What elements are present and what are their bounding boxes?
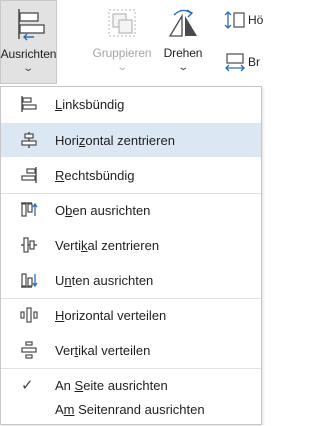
height-label: Hö bbox=[248, 13, 264, 27]
menu-item-align-middle[interactable]: Vertikal zentrieren bbox=[1, 228, 261, 262]
distribute-vertical-icon bbox=[20, 341, 38, 359]
menu-item-distribute-horizontal[interactable]: Horizontal verteilen bbox=[1, 298, 261, 332]
align-center-icon bbox=[20, 131, 38, 149]
chevron-down-icon: ⌄ bbox=[116, 62, 128, 73]
rotate-button[interactable]: Drehen ⌄ bbox=[158, 0, 208, 84]
menu-item-label: Am Seitenrand ausrichten bbox=[55, 401, 205, 417]
align-button[interactable]: Ausrichten ⌄ bbox=[0, 0, 57, 84]
rotate-icon bbox=[168, 9, 197, 37]
menu-item-distribute-vertical[interactable]: Vertikal verteilen bbox=[1, 333, 261, 367]
menu-item-label: Horizontal verteilen bbox=[55, 307, 167, 323]
chevron-down-icon: ⌄ bbox=[22, 63, 35, 74]
group-icon bbox=[108, 9, 136, 37]
menu-item-label: Unten ausrichten bbox=[55, 272, 154, 288]
menu-item-align-left[interactable]: Linksbündig bbox=[1, 87, 261, 121]
width-label: Br bbox=[248, 55, 260, 69]
chevron-down-icon: ⌄ bbox=[177, 62, 189, 73]
menu-item-align-right[interactable]: Rechtsbündig bbox=[1, 158, 261, 192]
align-right-icon bbox=[20, 166, 38, 184]
align-middle-icon bbox=[20, 236, 38, 254]
menu-item-align-top[interactable]: Oben ausrichten bbox=[1, 193, 261, 227]
height-field[interactable]: Hö bbox=[224, 9, 263, 31]
align-button-label: Ausrichten bbox=[0, 47, 57, 61]
menu-item-label: Rechtsbündig bbox=[55, 167, 135, 183]
rotate-button-label: Drehen bbox=[163, 46, 203, 60]
menu-item-label: Vertikal zentrieren bbox=[55, 237, 160, 253]
menu-item-align-bottom[interactable]: Unten ausrichten bbox=[1, 263, 261, 297]
menu-item-label: Vertikal verteilen bbox=[55, 342, 151, 358]
align-left-icon bbox=[20, 95, 38, 113]
align-top-icon bbox=[20, 201, 38, 219]
ribbon-arrange-group: Ausrichten ⌄ Gruppieren ⌄ Drehen ⌄ Hö Br bbox=[0, 0, 263, 88]
align-icon bbox=[17, 9, 45, 41]
align-dropdown-menu: Linksbündig Horizontal zentrieren Rechts… bbox=[0, 86, 262, 425]
menu-item-align-to-margin[interactable]: Am Seitenrand ausrichten bbox=[1, 392, 261, 426]
menu-item-label: Horizontal zentrieren bbox=[55, 132, 175, 148]
height-icon bbox=[224, 11, 245, 29]
width-field[interactable]: Br bbox=[224, 51, 260, 73]
group-button[interactable]: Gruppieren ⌄ bbox=[86, 0, 158, 84]
menu-item-label: Linksbündig bbox=[55, 96, 125, 112]
align-bottom-icon bbox=[20, 271, 38, 289]
group-button-label: Gruppieren bbox=[92, 46, 152, 60]
menu-item-align-center[interactable]: Horizontal zentrieren bbox=[1, 123, 261, 157]
width-icon bbox=[225, 53, 245, 72]
menu-item-label: Oben ausrichten bbox=[55, 202, 151, 218]
menu-item-label: An Seite ausrichten bbox=[55, 377, 168, 393]
distribute-horizontal-icon bbox=[20, 306, 38, 324]
